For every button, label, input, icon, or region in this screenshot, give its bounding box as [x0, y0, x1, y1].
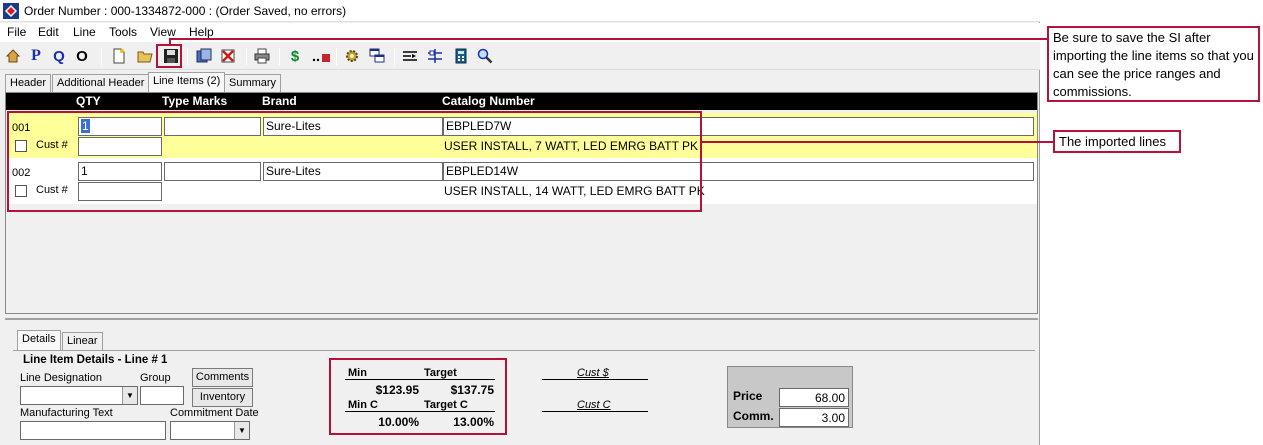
callout-connector [169, 38, 1040, 40]
toolbar-separator [246, 48, 247, 65]
imported-lines-highlight [7, 111, 702, 212]
home-icon[interactable] [4, 47, 22, 65]
app-logo-icon [3, 3, 19, 19]
callout-connector [1040, 141, 1054, 143]
tab-additional-header[interactable]: Additional Header [52, 74, 150, 92]
cust-dollar-label: Cust $ [577, 367, 609, 379]
save-note-callout: Be sure to save the SI after importing t… [1047, 26, 1260, 102]
group-label: Group [140, 372, 171, 384]
print-icon[interactable] [253, 47, 271, 65]
callout-connector [702, 141, 1040, 143]
split-icon[interactable] [401, 47, 419, 65]
o-icon[interactable]: O [73, 47, 91, 65]
gear-icon[interactable] [343, 47, 361, 65]
menu-tools[interactable]: Tools [109, 25, 137, 39]
search-icon[interactable] [476, 47, 494, 65]
menu-edit[interactable]: Edit [38, 25, 59, 39]
inventory-button[interactable]: Inventory [192, 388, 253, 407]
price-label: Price [733, 389, 763, 403]
toolbar-separator [187, 48, 188, 65]
chevron-down-icon[interactable]: ▼ [122, 387, 137, 404]
q-icon[interactable]: Q [50, 47, 68, 65]
move-icon[interactable] [309, 47, 331, 65]
grid-header: QTY Type Marks Brand Catalog Number [6, 93, 1037, 110]
section-divider [13, 350, 1035, 351]
menu-help[interactable]: Help [189, 25, 214, 39]
open-folder-icon[interactable] [136, 47, 154, 65]
manufacturing-text-input[interactable] [20, 421, 166, 440]
column-type-marks[interactable]: Type Marks [162, 94, 227, 108]
commitment-date-label: Commitment Date [170, 407, 259, 419]
price-input[interactable]: 68.00 [779, 388, 849, 407]
toolbar-separator [336, 48, 337, 65]
menu-line[interactable]: Line [73, 25, 96, 39]
save-highlight [156, 44, 182, 68]
app-window: Order Number : 000-1334872-000 : (Order … [0, 0, 1040, 445]
align-icon[interactable] [426, 47, 444, 65]
line-designation-label: Line Designation [20, 372, 102, 384]
toolbar-separator [394, 48, 395, 65]
column-catalog-number[interactable]: Catalog Number [442, 94, 535, 108]
comm-label: Comm. [733, 409, 774, 423]
comm-input[interactable]: 3.00 [779, 408, 849, 427]
p-icon[interactable]: P [27, 47, 45, 65]
dollar-icon[interactable]: $ [286, 47, 304, 65]
toolbar-separator [279, 48, 280, 65]
tab-summary[interactable]: Summary [224, 74, 282, 92]
cust-c-label: Cust C [577, 399, 611, 411]
window-title: Order Number : 000-1334872-000 : (Order … [24, 4, 347, 18]
column-brand[interactable]: Brand [262, 94, 297, 108]
tab-details[interactable]: Details [17, 330, 61, 350]
copy-icon[interactable] [195, 47, 213, 65]
windows-icon[interactable] [368, 47, 386, 65]
commitment-date-select[interactable]: ▼ [170, 421, 250, 440]
tab-header[interactable]: Header [5, 74, 52, 92]
price-range-highlight [329, 358, 507, 435]
menu-view[interactable]: View [150, 25, 176, 39]
chevron-down-icon[interactable]: ▼ [234, 422, 249, 439]
tab-line-items[interactable]: Line Items (2) [148, 72, 226, 92]
column-qty[interactable]: QTY [76, 94, 101, 108]
title-bar: Order Number : 000-1334872-000 : (Order … [0, 0, 1040, 22]
divider [542, 411, 648, 412]
divider [542, 379, 648, 380]
price-commission-box: Price 68.00 Comm. 3.00 [727, 366, 853, 428]
toolbar-separator [101, 48, 102, 65]
manufacturing-text-label: Manufacturing Text [20, 407, 113, 419]
menu-file[interactable]: File [7, 25, 26, 39]
imported-lines-callout: The imported lines [1053, 130, 1181, 153]
new-doc-icon[interactable] [110, 47, 128, 65]
delete-icon[interactable] [219, 47, 237, 65]
calculator-icon[interactable] [452, 47, 470, 65]
section-title: Line Item Details - Line # 1 [23, 354, 168, 366]
comments-button[interactable]: Comments [192, 368, 253, 387]
tab-linear[interactable]: Linear [62, 332, 103, 350]
line-designation-select[interactable]: ▼ [20, 386, 138, 405]
group-input[interactable] [140, 386, 184, 405]
